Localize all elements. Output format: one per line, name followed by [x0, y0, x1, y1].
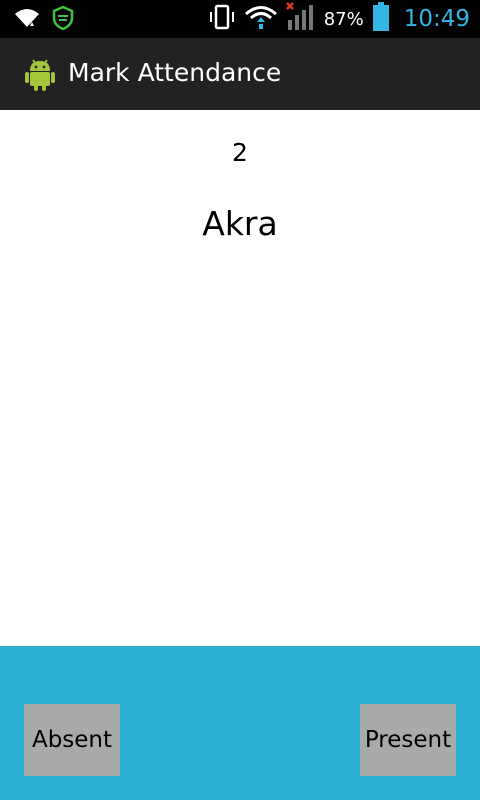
- present-button[interactable]: Present: [360, 704, 456, 776]
- android-icon: [22, 56, 58, 92]
- status-bar: 87% 10:49: [0, 0, 480, 38]
- battery-percent: 87%: [323, 8, 364, 30]
- action-bar: Mark Attendance: [0, 38, 480, 110]
- clock: 10:49: [403, 6, 470, 32]
- content-area: 2 Akra: [0, 110, 480, 646]
- shield-icon: [52, 5, 74, 34]
- student-name: Akra: [202, 204, 278, 243]
- absent-button[interactable]: Absent: [24, 704, 120, 776]
- student-number: 2: [232, 138, 248, 167]
- wifi-signal-icon: [14, 7, 40, 33]
- battery-icon: [372, 2, 390, 36]
- wifi-data-icon: [244, 3, 278, 35]
- vibrate-icon: [208, 3, 236, 35]
- cell-signal-icon: [285, 2, 316, 36]
- attendance-actions-panel: Absent Present: [0, 646, 480, 800]
- screen-title: Mark Attendance: [68, 58, 282, 87]
